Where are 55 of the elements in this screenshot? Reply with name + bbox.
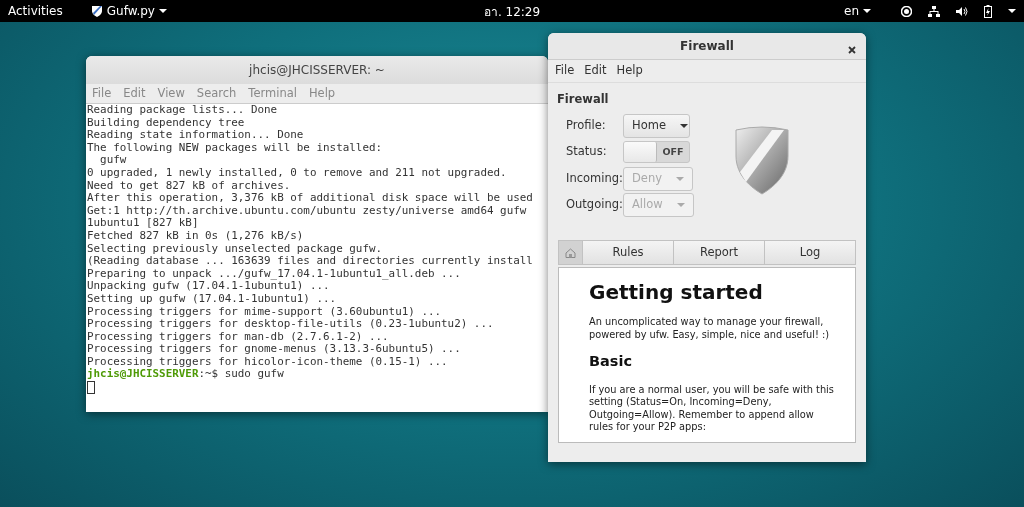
terminal-line: Processing triggers for gnome-menus (3.13.3-6ubuntu5) ... — [86, 343, 461, 356]
terminal-line: Fetched 827 kB in 0s (1,276 kB/s) — [86, 229, 304, 243]
terminal-line: Need to get 827 kB of archives. — [86, 179, 291, 193]
terminal-line: The following NEW packages will be installed: — [86, 141, 383, 155]
tab[interactable]: Log — [765, 240, 856, 266]
field-label: Outgoing: — [566, 196, 623, 214]
terminal-line: Reading state information... Done — [86, 129, 304, 142]
heading: Getting started — [589, 280, 764, 305]
terminal-line: Building dependency tree — [86, 116, 245, 130]
toggle-switch[interactable]: OFF — [623, 141, 690, 163]
terminal-line: gufw — [99, 154, 127, 167]
terminal-line: 0 upgraded, 1 newly installed, 0 to remove and 211 not upgraded. — [86, 166, 507, 180]
terminal-line: Processing triggers for man-db (2.7.6.1-2) ... — [86, 330, 389, 344]
field-label: Profile: — [566, 116, 607, 134]
house-icon — [565, 247, 576, 258]
shield-icon — [733, 126, 790, 197]
network-icon — [928, 5, 940, 17]
menu-item[interactable]: File — [555, 62, 575, 80]
target-icon — [901, 5, 912, 17]
tab[interactable]: Rules — [583, 240, 674, 266]
caret-icon[interactable] — [1008, 9, 1016, 13]
text-cursor — [87, 381, 95, 395]
language-menu[interactable]: en — [844, 2, 871, 20]
activities-button[interactable]: Activities — [8, 2, 63, 20]
terminal-line: Reading package lists... Done — [86, 104, 278, 117]
terminal-line: After this operation, 3,376 kB of additional disk space will be used — [86, 192, 533, 205]
speaker-icon — [956, 5, 968, 17]
app-menu[interactable]: Gufw.py — [90, 2, 167, 20]
section-title: Firewall — [556, 91, 610, 108]
field-label: Incoming: — [566, 169, 623, 187]
terminal-line: Processing triggers for mime-support (3.60ubuntu1) ... — [86, 305, 442, 319]
terminal-line: Processing triggers for hicolor-icon-theme (0.15-1) ... — [86, 355, 448, 369]
menu-item[interactable]: Edit — [584, 62, 607, 80]
terminal-line: Unpacking gufw (17.04.1-1ubuntu1) ... — [86, 280, 330, 293]
tab[interactable]: Report — [674, 240, 765, 266]
terminal-line: Selecting previously unselected package gufw. — [86, 242, 383, 256]
terminal-line: Setting up gufw (17.04.1-1ubuntu1) ... — [86, 292, 337, 306]
prompt-line: jhcis@JHCISSERVER:~$ sudo gufw — [86, 368, 284, 382]
subheading: Basic — [589, 352, 634, 372]
menu-item[interactable]: Help — [616, 62, 643, 80]
paragraph: An uncomplicated way to manage your firewall, powered by ufw. Easy, simple, nice and useful! :) — [589, 316, 831, 342]
terminal-line: (Reading database ... 163639 files and directories currently install — [86, 255, 533, 268]
terminal-line: 1ubuntu1 [827 kB] — [86, 217, 199, 230]
clock[interactable]: อา. 12:29 — [483, 3, 541, 21]
close-icon — [848, 45, 856, 54]
terminal-line: Processing triggers for desktop-file-utils (0.23-1ubuntu2) ... — [86, 318, 494, 331]
window-title: jhcis@JHCISSERVER: ~ — [249, 62, 385, 79]
window-title: Firewall — [680, 38, 734, 55]
field-label: Status: — [566, 143, 608, 161]
paragraph: If you are a normal user, you will be safe with this setting (Status=On, Incoming=Deny, Outgoing=Allow). Remember to append allow rules for your P2P apps: — [589, 383, 835, 434]
terminal-line: Get:1 http://th.archive.ubuntu.com/ubuntu zesty/universe amd64 gufw — [86, 204, 527, 218]
dropdown[interactable]: Home — [623, 113, 690, 138]
terminal-line: Preparing to unpack .../gufw_17.04.1-1ubuntu1_all.deb ... — [86, 267, 461, 281]
battery-icon — [984, 4, 992, 18]
shield-icon — [90, 5, 103, 17]
